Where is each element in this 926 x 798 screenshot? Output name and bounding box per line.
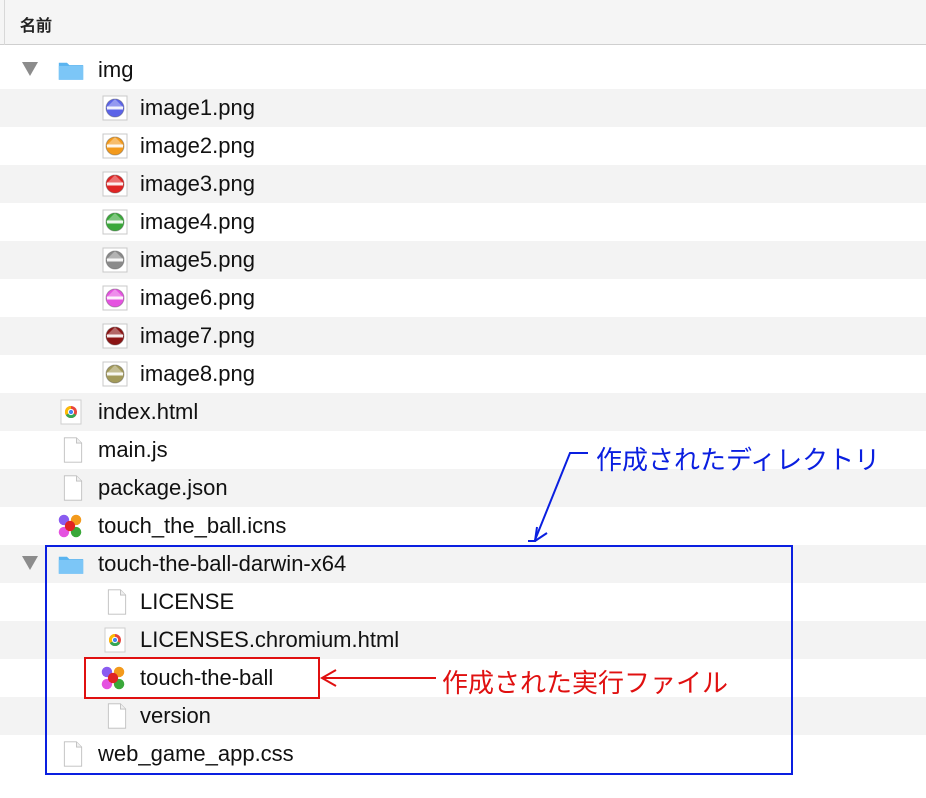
executable-annotation-label: 作成された実行ファイル <box>442 669 729 699</box>
directory-annotation-label: 作成されたディレクトリ <box>596 446 881 476</box>
directory-arrow <box>534 452 588 541</box>
